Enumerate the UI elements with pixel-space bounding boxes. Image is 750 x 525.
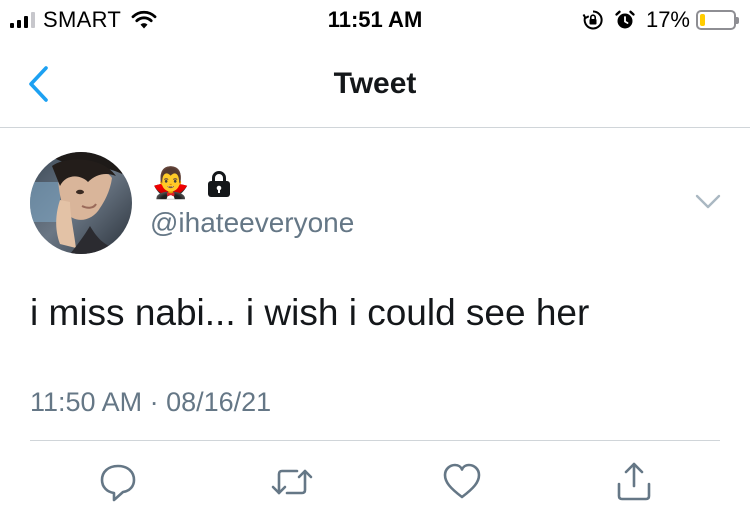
- nav-bar: Tweet: [0, 40, 750, 128]
- chevron-down-icon[interactable]: [694, 192, 722, 212]
- reply-icon[interactable]: [98, 460, 138, 504]
- share-icon[interactable]: [614, 460, 654, 504]
- lock-icon: [208, 171, 231, 197]
- alarm-icon: [615, 10, 635, 29]
- orientation-lock-icon: [582, 10, 603, 30]
- tweet-actions: [0, 460, 750, 510]
- tweet-text: i miss nabi... i wish i could see her: [30, 292, 590, 333]
- status-bar: SMART 11:51 AM 17%: [0, 0, 750, 40]
- battery-level: [700, 14, 705, 26]
- divider: [30, 440, 720, 441]
- user-handle[interactable]: @ihateeveryone: [150, 205, 354, 241]
- status-bar-right: 17%: [582, 6, 739, 34]
- avatar[interactable]: [30, 152, 132, 254]
- heart-icon[interactable]: [442, 460, 482, 504]
- battery-icon: [696, 10, 739, 30]
- display-name-emoji: 🧛‍♂️: [152, 167, 190, 200]
- retweet-icon[interactable]: [270, 460, 314, 504]
- tweet-timestamp[interactable]: 11:50 AM · 08/16/21: [30, 384, 271, 420]
- display-name-row: 🧛‍♂️: [152, 164, 233, 204]
- page-title: Tweet: [333, 67, 417, 100]
- battery-percent: 17%: [645, 7, 690, 32]
